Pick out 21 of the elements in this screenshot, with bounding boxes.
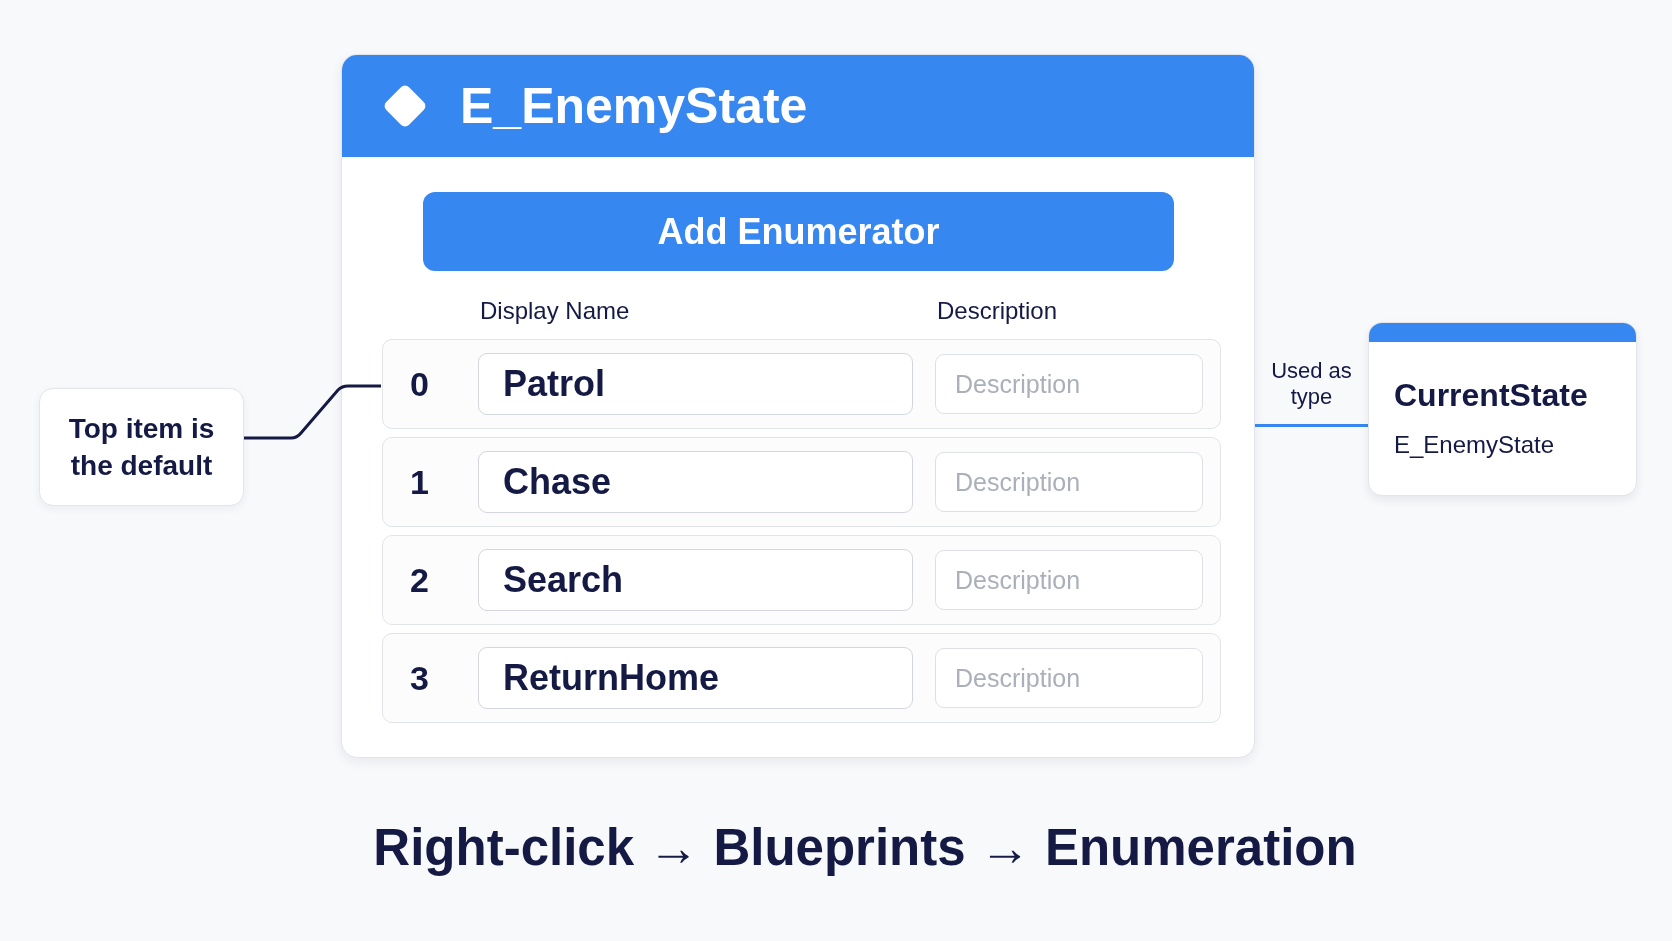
display-name-field[interactable]: Patrol	[478, 353, 913, 415]
callout-text: Top item is the default	[67, 412, 216, 483]
add-enumerator-button[interactable]: Add Enumerator	[423, 192, 1174, 271]
enumerator-index: 0	[409, 364, 430, 404]
description-field[interactable]: Description	[935, 550, 1203, 610]
panel-title: E_EnemyState	[460, 77, 808, 136]
enumerator-index: 2	[409, 560, 430, 600]
link-label: Used as type	[1270, 358, 1353, 410]
display-name-field[interactable]: Chase	[478, 451, 913, 513]
description-field[interactable]: Description	[935, 354, 1203, 414]
display-name-field[interactable]: Search	[478, 549, 913, 611]
enumerator-index: 3	[409, 658, 430, 698]
variable-type: E_EnemyState	[1394, 430, 1556, 460]
display-name-field[interactable]: ReturnHome	[478, 647, 913, 709]
column-header: Display Name	[480, 296, 631, 326]
caption-text: Right-click → Blueprints → Enumeration	[373, 818, 1357, 878]
description-field[interactable]: Description	[935, 648, 1203, 708]
description-field[interactable]: Description	[935, 452, 1203, 512]
enumerator-index: 1	[409, 462, 430, 502]
column-header: Description	[937, 296, 1058, 326]
variable-name: CurrentState	[1394, 376, 1589, 414]
